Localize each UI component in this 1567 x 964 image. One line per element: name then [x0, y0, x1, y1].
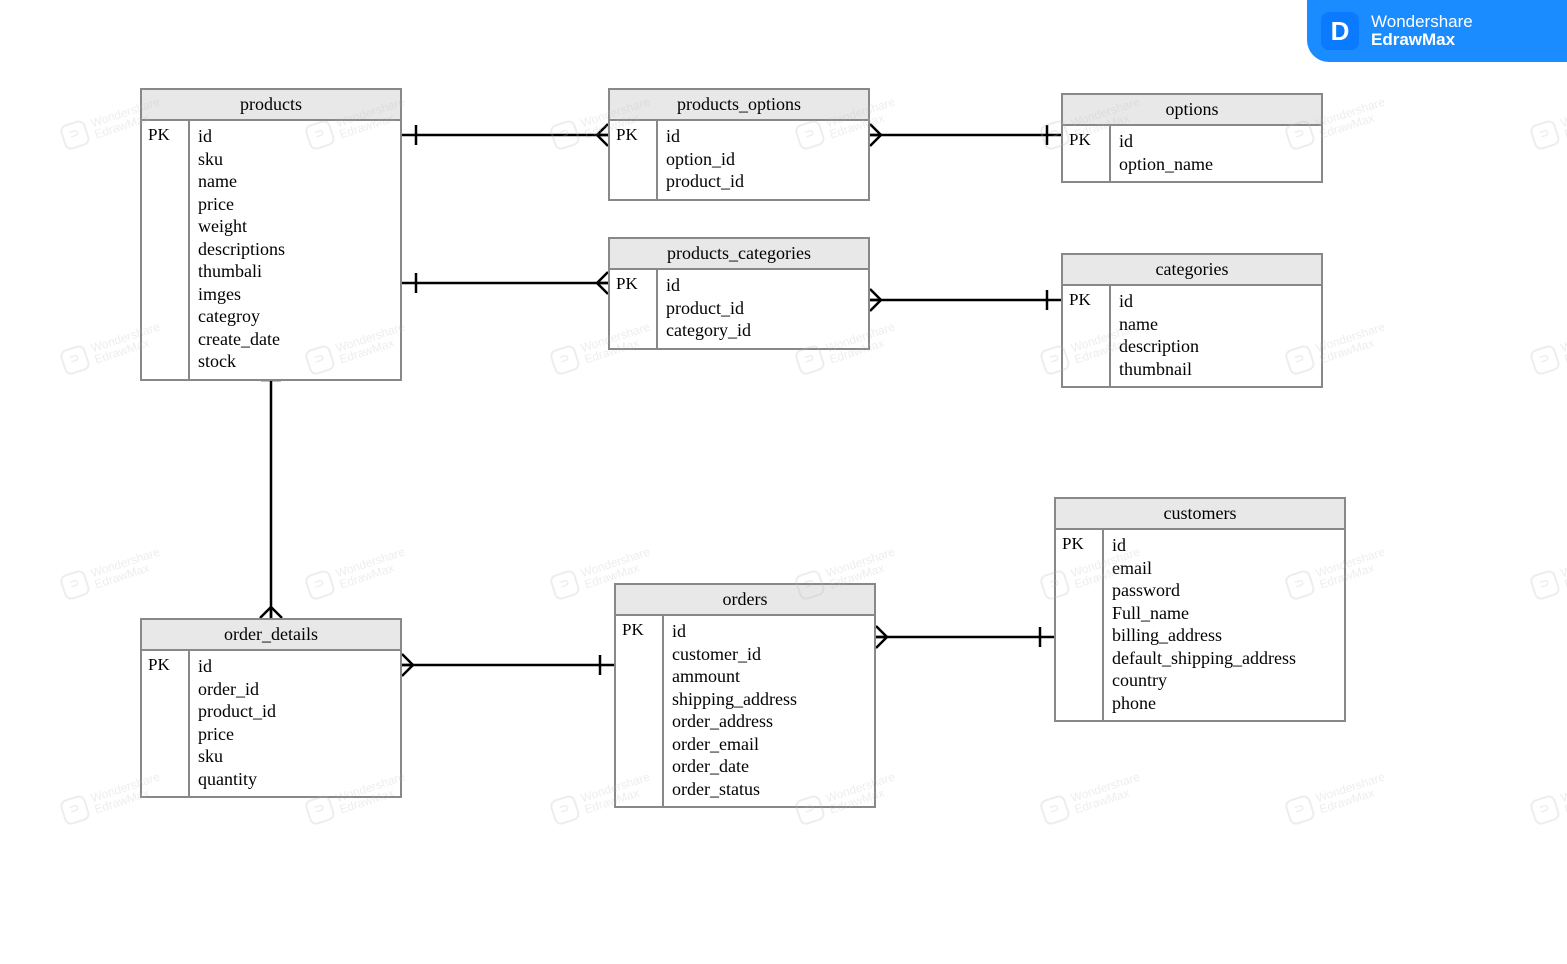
attr: shipping_address — [672, 688, 866, 711]
attr: email — [1112, 557, 1336, 580]
diagram-canvas: productsPKidskunamepriceweightdescriptio… — [0, 0, 1567, 964]
attr: phone — [1112, 692, 1336, 715]
watermark: ⊃WondershareEdrawMax — [59, 545, 166, 602]
attr: password — [1112, 579, 1336, 602]
pk-column: PK — [1063, 286, 1111, 386]
watermark: ⊃WondershareEdrawMax — [1039, 770, 1146, 827]
attr: option_id — [666, 148, 860, 171]
watermark: ⊃WondershareEdrawMax — [304, 545, 411, 602]
edrawmax-logo-icon: D — [1321, 12, 1359, 50]
attr: ammount — [672, 665, 866, 688]
attr: order_email — [672, 733, 866, 756]
entity-title: order_details — [142, 620, 400, 651]
entity-title: categories — [1063, 255, 1321, 286]
watermark: ⊃WondershareEdrawMax — [1284, 770, 1391, 827]
badge-line1: Wondershare — [1371, 13, 1473, 31]
entity-orders[interactable]: ordersPKidcustomer_idammountshipping_add… — [614, 583, 876, 808]
pk-column: PK — [1063, 126, 1111, 181]
entity-categories[interactable]: categoriesPKidnamedescriptionthumbnail — [1061, 253, 1323, 388]
attrs-column: idoption_name — [1111, 126, 1321, 181]
entity-title: products — [142, 90, 400, 121]
attr: customer_id — [672, 643, 866, 666]
attr: id — [1112, 534, 1336, 557]
attr: name — [1119, 313, 1313, 336]
attr: product_id — [198, 700, 392, 723]
entity-products_categories[interactable]: products_categoriesPKidproduct_idcategor… — [608, 237, 870, 350]
attr: product_id — [666, 170, 860, 193]
attr: categroy — [198, 305, 392, 328]
attr: imges — [198, 283, 392, 306]
watermark: ⊃WondershareEdrawMax — [1529, 95, 1567, 152]
pk-column: PK — [142, 651, 190, 796]
attr: id — [198, 125, 392, 148]
attr: category_id — [666, 319, 860, 342]
attr: thumbali — [198, 260, 392, 283]
wondershare-badge: D Wondershare EdrawMax — [1307, 0, 1567, 62]
attrs-column: idproduct_idcategory_id — [658, 270, 868, 348]
attr: order_date — [672, 755, 866, 778]
pk-column: PK — [1056, 530, 1104, 720]
attr: billing_address — [1112, 624, 1336, 647]
entity-products[interactable]: productsPKidskunamepriceweightdescriptio… — [140, 88, 402, 381]
attr: descriptions — [198, 238, 392, 261]
entity-title: products_categories — [610, 239, 868, 270]
attr: order_id — [198, 678, 392, 701]
pk-column: PK — [616, 616, 664, 806]
watermark: ⊃WondershareEdrawMax — [1529, 545, 1567, 602]
attr: description — [1119, 335, 1313, 358]
attr: sku — [198, 745, 392, 768]
entity-order_details[interactable]: order_detailsPKidorder_idproduct_idprice… — [140, 618, 402, 798]
attr: stock — [198, 350, 392, 373]
entity-title: orders — [616, 585, 874, 616]
attr: option_name — [1119, 153, 1313, 176]
entity-title: options — [1063, 95, 1321, 126]
attr: order_address — [672, 710, 866, 733]
attr: default_shipping_address — [1112, 647, 1336, 670]
attr: create_date — [198, 328, 392, 351]
attr: id — [666, 274, 860, 297]
attr: order_status — [672, 778, 866, 801]
attr: id — [198, 655, 392, 678]
entity-title: products_options — [610, 90, 868, 121]
attrs-column: idskunamepriceweightdescriptionsthumbali… — [190, 121, 400, 379]
attr: price — [198, 723, 392, 746]
attr: sku — [198, 148, 392, 171]
attr: price — [198, 193, 392, 216]
badge-line2: EdrawMax — [1371, 31, 1473, 49]
watermark: ⊃WondershareEdrawMax — [1529, 770, 1567, 827]
attr: thumbnail — [1119, 358, 1313, 381]
attr: quantity — [198, 768, 392, 791]
watermark: ⊃WondershareEdrawMax — [1529, 320, 1567, 377]
pk-column: PK — [610, 270, 658, 348]
pk-column: PK — [142, 121, 190, 379]
pk-column: PK — [610, 121, 658, 199]
attr: product_id — [666, 297, 860, 320]
entity-options[interactable]: optionsPKidoption_name — [1061, 93, 1323, 183]
attrs-column: idorder_idproduct_idpriceskuquantity — [190, 651, 400, 796]
attr: id — [666, 125, 860, 148]
attrs-column: idemailpasswordFull_namebilling_addressd… — [1104, 530, 1344, 720]
attr: id — [1119, 290, 1313, 313]
attr: id — [672, 620, 866, 643]
attr: id — [1119, 130, 1313, 153]
entity-title: customers — [1056, 499, 1344, 530]
entity-products_options[interactable]: products_optionsPKidoption_idproduct_id — [608, 88, 870, 201]
attr: weight — [198, 215, 392, 238]
entity-customers[interactable]: customersPKidemailpasswordFull_namebilli… — [1054, 497, 1346, 722]
attr: country — [1112, 669, 1336, 692]
attr: Full_name — [1112, 602, 1336, 625]
attrs-column: idcustomer_idammountshipping_addressorde… — [664, 616, 874, 806]
attrs-column: idoption_idproduct_id — [658, 121, 868, 199]
attrs-column: idnamedescriptionthumbnail — [1111, 286, 1321, 386]
attr: name — [198, 170, 392, 193]
